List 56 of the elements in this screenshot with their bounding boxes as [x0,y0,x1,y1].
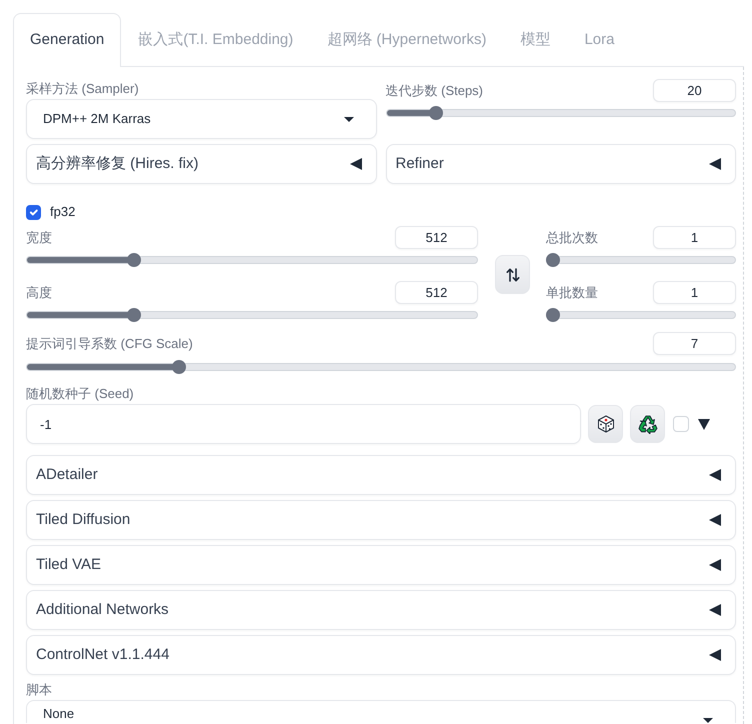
slider[interactable] [26,359,736,375]
number-field[interactable]: 512 [395,226,478,249]
triangle-icon [709,604,721,616]
slider-thumb[interactable] [546,253,560,267]
field-label: 宽度 [26,229,52,246]
number-field[interactable]: 1 [653,281,736,304]
slider-thumb[interactable] [126,253,141,267]
field-label: 高度 [26,284,52,301]
field-label: 总批次数 [546,229,598,246]
section-toggle[interactable]: Tiled Diffusion [26,500,736,540]
number-field[interactable]: 1 [653,226,736,249]
slider[interactable] [26,307,478,323]
recycle-icon [638,414,658,434]
section-toggle[interactable]: Refiner [386,144,736,184]
slider-thumb[interactable] [429,106,444,120]
section-toggle[interactable]: ADetailer [26,455,736,495]
section-toggle[interactable]: 高分辨率修复 (Hires. fix) [26,144,376,184]
checkbox[interactable] [26,204,41,220]
field-label: 单批数量 [546,284,598,301]
number-field[interactable]: 512 [395,281,478,304]
slider[interactable] [546,307,736,323]
section-toggle[interactable]: Additional Networks [26,590,736,630]
field-label: 脚本 [26,681,53,698]
tab[interactable]: Generation [13,13,122,67]
expand-triangle-icon [698,418,710,430]
slider-thumb[interactable] [126,308,141,322]
checkbox-label: fp32 [50,203,76,222]
slider-thumb[interactable] [546,308,560,322]
triangle-icon [709,559,721,571]
caret-icon [703,718,713,723]
triangle-icon [709,158,721,170]
number-field[interactable]: 7 [653,332,736,355]
field-label: 迭代步数 (Steps) [386,82,484,99]
field-label: 随机数种子 (Seed) [26,385,135,402]
reuse-seed-button[interactable] [630,405,665,443]
triangle-icon [709,649,721,661]
dice-icon [596,415,614,433]
script-dropdown[interactable]: None [26,700,736,723]
field-label: 采样方法 (Sampler) [26,80,140,97]
swap-arrows-icon [506,268,520,282]
section-toggle[interactable]: ControlNet v1.1.444 [26,635,736,675]
slider[interactable] [26,252,478,268]
random-seed-button[interactable] [588,405,623,443]
sampler-dropdown[interactable]: DPM++ 2M Karras [26,99,376,139]
number-field[interactable]: 20 [653,79,736,102]
field-label: 提示词引导系数 (CFG Scale) [26,335,193,352]
slider[interactable] [386,105,736,121]
caret-icon [344,116,354,122]
seed-field[interactable]: -1 [26,404,581,444]
swap-button[interactable] [495,255,530,294]
slider-thumb[interactable] [172,360,186,374]
triangle-icon [350,158,362,170]
slider[interactable] [546,252,736,268]
section-toggle[interactable]: Tiled VAE [26,545,736,585]
triangle-icon [709,514,721,526]
triangle-icon [709,469,721,481]
